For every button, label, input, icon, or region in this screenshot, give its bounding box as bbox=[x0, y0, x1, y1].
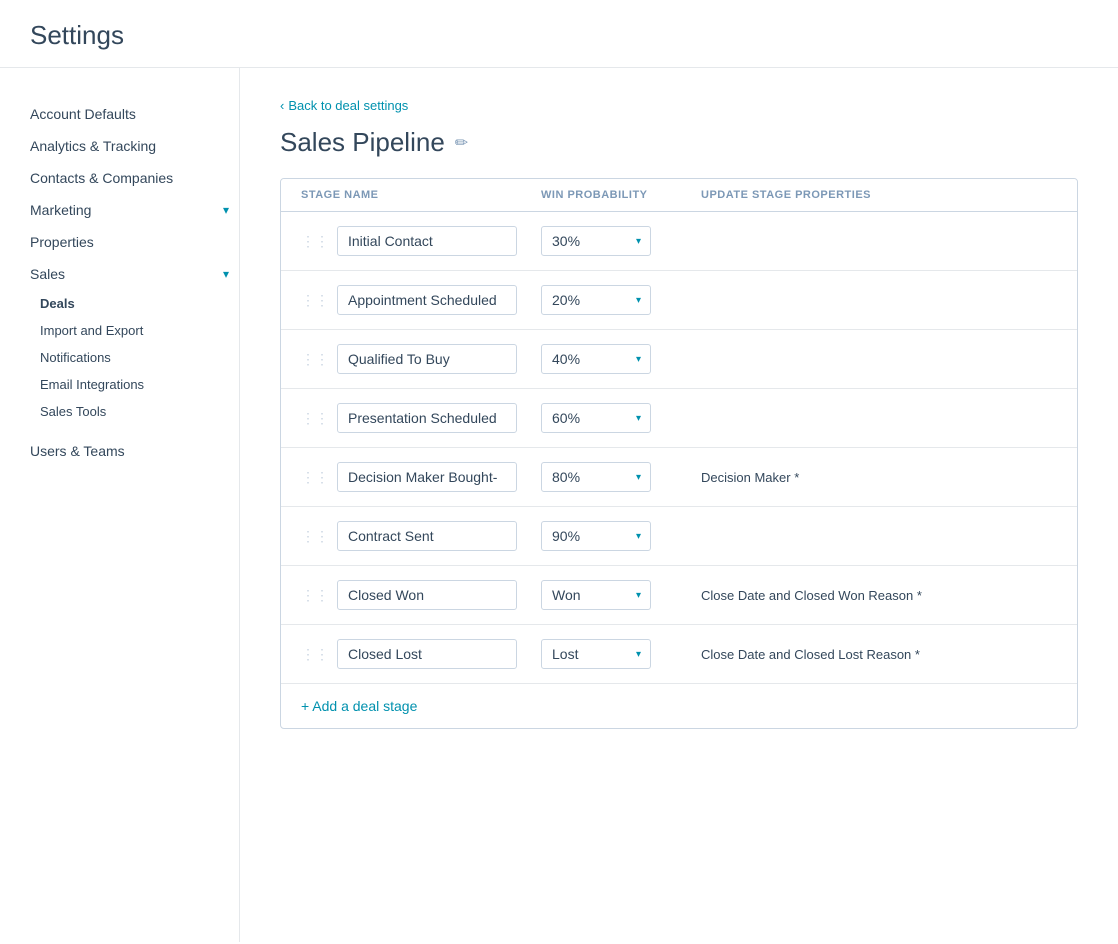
probability-select-wrapper: 80% ▾ bbox=[541, 462, 651, 492]
probability-select-wrapper: 40% ▾ bbox=[541, 344, 651, 374]
probability-select[interactable]: 40% bbox=[541, 344, 651, 374]
app-title: Settings bbox=[30, 20, 1088, 51]
win-probability-cell: 90% ▾ bbox=[541, 521, 701, 551]
stage-name-cell: ⋮⋮ bbox=[301, 403, 541, 433]
sidebar-item-users-teams[interactable]: Users & Teams bbox=[20, 435, 239, 467]
table-header: STAGE NAME WIN PROBABILITY UPDATE STAGE … bbox=[281, 179, 1077, 212]
stage-properties: Decision Maker * bbox=[701, 470, 1057, 485]
probability-select-wrapper: 20% ▾ bbox=[541, 285, 651, 315]
drag-handle-icon[interactable]: ⋮⋮ bbox=[301, 233, 329, 250]
main-content: ‹ Back to deal settings Sales Pipeline ✏… bbox=[240, 68, 1118, 942]
pipeline-table: STAGE NAME WIN PROBABILITY UPDATE STAGE … bbox=[280, 178, 1078, 729]
stage-name-input[interactable] bbox=[337, 521, 517, 551]
table-row: ⋮⋮ 40% ▾ bbox=[281, 330, 1077, 389]
sidebar: Account Defaults Analytics & Tracking Co… bbox=[0, 68, 240, 942]
sidebar-sub-item-email-integrations[interactable]: Email Integrations bbox=[20, 371, 239, 398]
stage-name-input[interactable] bbox=[337, 639, 517, 669]
probability-select[interactable]: 90% bbox=[541, 521, 651, 551]
win-probability-cell: 80% ▾ bbox=[541, 462, 701, 492]
sidebar-item-contacts-companies[interactable]: Contacts & Companies bbox=[20, 162, 239, 194]
probability-select-wrapper: 30% ▾ bbox=[541, 226, 651, 256]
stage-name-input[interactable] bbox=[337, 403, 517, 433]
probability-select[interactable]: 80% bbox=[541, 462, 651, 492]
drag-handle-icon[interactable]: ⋮⋮ bbox=[301, 646, 329, 663]
add-stage-row: + Add a deal stage bbox=[281, 683, 1077, 728]
page-title: Sales Pipeline bbox=[280, 127, 445, 158]
win-probability-cell: 20% ▾ bbox=[541, 285, 701, 315]
col-update-stage-props: UPDATE STAGE PROPERTIES bbox=[701, 189, 1057, 201]
drag-handle-icon[interactable]: ⋮⋮ bbox=[301, 587, 329, 604]
table-row: ⋮⋮ 80% ▾ Decision Maker * bbox=[281, 448, 1077, 507]
probability-select-wrapper: 60% ▾ bbox=[541, 403, 651, 433]
sidebar-sub-item-sales-tools[interactable]: Sales Tools bbox=[20, 398, 239, 425]
sidebar-item-marketing[interactable]: Marketing ▾ bbox=[20, 194, 239, 226]
probability-select[interactable]: 60% bbox=[541, 403, 651, 433]
table-row: ⋮⋮ Lost ▾ Close Date and Closed Lost Rea… bbox=[281, 625, 1077, 683]
win-probability-cell: 30% ▾ bbox=[541, 226, 701, 256]
table-row: ⋮⋮ Won ▾ Close Date and Closed Won Reaso… bbox=[281, 566, 1077, 625]
stage-name-cell: ⋮⋮ bbox=[301, 639, 541, 669]
stage-name-input[interactable] bbox=[337, 462, 517, 492]
stage-name-cell: ⋮⋮ bbox=[301, 580, 541, 610]
drag-handle-icon[interactable]: ⋮⋮ bbox=[301, 292, 329, 309]
sidebar-item-properties[interactable]: Properties bbox=[20, 226, 239, 258]
probability-select-wrapper: Lost ▾ bbox=[541, 639, 651, 669]
edit-icon[interactable]: ✏ bbox=[455, 133, 468, 153]
sidebar-item-analytics-tracking[interactable]: Analytics & Tracking bbox=[20, 130, 239, 162]
drag-handle-icon[interactable]: ⋮⋮ bbox=[301, 469, 329, 486]
table-row: ⋮⋮ 20% ▾ bbox=[281, 271, 1077, 330]
stage-properties: Close Date and Closed Won Reason * bbox=[701, 588, 1057, 603]
probability-select-wrapper: 90% ▾ bbox=[541, 521, 651, 551]
chevron-left-icon: ‹ bbox=[280, 98, 284, 113]
stage-properties: Close Date and Closed Lost Reason * bbox=[701, 647, 1057, 662]
probability-select-wrapper: Won ▾ bbox=[541, 580, 651, 610]
sidebar-item-account-defaults[interactable]: Account Defaults bbox=[20, 98, 239, 130]
sidebar-item-sales[interactable]: Sales ▾ bbox=[20, 258, 239, 290]
sidebar-sub-item-import-export[interactable]: Import and Export bbox=[20, 317, 239, 344]
table-row: ⋮⋮ 30% ▾ bbox=[281, 212, 1077, 271]
add-stage-link[interactable]: + Add a deal stage bbox=[301, 698, 417, 714]
back-link[interactable]: ‹ Back to deal settings bbox=[280, 98, 1078, 113]
stage-name-input[interactable] bbox=[337, 226, 517, 256]
chevron-down-icon: ▾ bbox=[223, 267, 229, 281]
probability-select[interactable]: 30% bbox=[541, 226, 651, 256]
drag-handle-icon[interactable]: ⋮⋮ bbox=[301, 410, 329, 427]
sidebar-sub-item-deals[interactable]: Deals bbox=[20, 290, 239, 317]
chevron-down-icon: ▾ bbox=[223, 203, 229, 217]
col-win-probability: WIN PROBABILITY bbox=[541, 189, 701, 201]
stage-name-cell: ⋮⋮ bbox=[301, 344, 541, 374]
probability-select[interactable]: Won bbox=[541, 580, 651, 610]
stage-name-cell: ⋮⋮ bbox=[301, 226, 541, 256]
win-probability-cell: Lost ▾ bbox=[541, 639, 701, 669]
page-title-row: Sales Pipeline ✏ bbox=[280, 127, 1078, 158]
stage-name-cell: ⋮⋮ bbox=[301, 285, 541, 315]
stage-name-cell: ⋮⋮ bbox=[301, 462, 541, 492]
win-probability-cell: 60% ▾ bbox=[541, 403, 701, 433]
sidebar-sub-item-notifications[interactable]: Notifications bbox=[20, 344, 239, 371]
win-probability-cell: 40% ▾ bbox=[541, 344, 701, 374]
stage-name-input[interactable] bbox=[337, 344, 517, 374]
drag-handle-icon[interactable]: ⋮⋮ bbox=[301, 528, 329, 545]
stage-name-input[interactable] bbox=[337, 580, 517, 610]
win-probability-cell: Won ▾ bbox=[541, 580, 701, 610]
stage-name-cell: ⋮⋮ bbox=[301, 521, 541, 551]
stage-name-input[interactable] bbox=[337, 285, 517, 315]
add-stage-label: + Add a deal stage bbox=[301, 698, 417, 714]
probability-select[interactable]: 20% bbox=[541, 285, 651, 315]
table-row: ⋮⋮ 60% ▾ bbox=[281, 389, 1077, 448]
drag-handle-icon[interactable]: ⋮⋮ bbox=[301, 351, 329, 368]
col-stage-name: STAGE NAME bbox=[301, 189, 541, 201]
table-row: ⋮⋮ 90% ▾ bbox=[281, 507, 1077, 566]
probability-select[interactable]: Lost bbox=[541, 639, 651, 669]
